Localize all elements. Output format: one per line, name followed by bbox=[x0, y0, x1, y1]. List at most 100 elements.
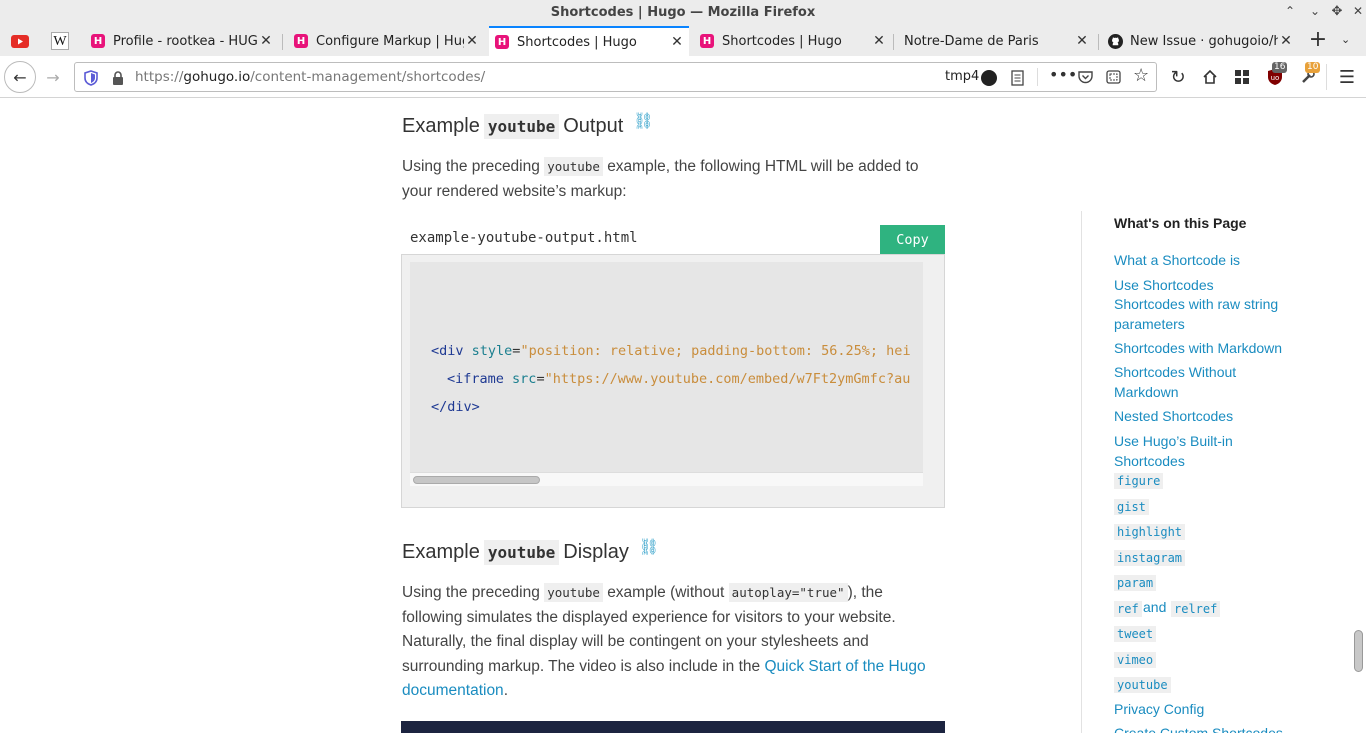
tab-label: Configure Markup | Hug bbox=[316, 33, 464, 49]
new-tab-button[interactable]: + bbox=[1306, 29, 1330, 53]
url-domain: gohugo.io bbox=[183, 69, 251, 85]
tab-shortcodes-active[interactable]: H Shortcodes | Hugo ✕ bbox=[489, 26, 689, 56]
heading-text: Example bbox=[402, 115, 480, 137]
pinned-tab-wikipedia[interactable]: W bbox=[49, 31, 71, 51]
toc-code-item[interactable]: param bbox=[1114, 575, 1157, 591]
toc-code-item[interactable]: highlight bbox=[1114, 524, 1186, 540]
section-heading-output: Example youtube Output ⛓ bbox=[402, 111, 654, 139]
window-titlebar: Shortcodes | Hugo — Mozilla Firefox ⌃ ⌄ … bbox=[0, 0, 1366, 26]
screenshot-icon[interactable] bbox=[1106, 70, 1121, 84]
code-tag: <div bbox=[431, 343, 464, 359]
bookmark-star-icon[interactable]: ☆ bbox=[1133, 65, 1149, 86]
reader-view-icon[interactable] bbox=[1011, 70, 1024, 86]
heading-text: Output bbox=[563, 115, 624, 137]
tab-profile-rootkea[interactable]: H Profile - rootkea - HUGO ✕ bbox=[85, 26, 278, 56]
tab-new-issue[interactable]: New Issue · gohugoio/hu ✕ bbox=[1102, 26, 1298, 56]
grid-icon bbox=[1235, 70, 1249, 84]
toc-item[interactable]: Shortcodes with raw string parameters bbox=[1114, 295, 1304, 334]
code-content[interactable]: <div style = "position: relative; padding-… bbox=[410, 262, 923, 472]
toc-item[interactable]: Shortcodes Without Markdown bbox=[1114, 363, 1304, 402]
lock-icon[interactable] bbox=[112, 71, 124, 85]
home-button[interactable] bbox=[1197, 64, 1223, 90]
window-up-icon[interactable]: ⌃ bbox=[1283, 4, 1297, 18]
para-text: Using the preceding bbox=[402, 158, 540, 175]
toc-item[interactable]: What a Shortcode is bbox=[1114, 251, 1304, 271]
tab-notre-dame[interactable]: Notre-Dame de Paris ✕ bbox=[898, 26, 1094, 56]
github-icon bbox=[1108, 33, 1123, 49]
tab-separator bbox=[282, 34, 283, 50]
toolbar-separator bbox=[1326, 64, 1327, 90]
tab-label: Profile - rootkea - HUGO bbox=[113, 33, 258, 49]
forward-button[interactable]: → bbox=[40, 64, 66, 90]
toc-item[interactable]: Use Shortcodes bbox=[1114, 276, 1304, 296]
close-tab-icon[interactable]: ✕ bbox=[669, 34, 685, 50]
maximize-icon[interactable]: ✥ bbox=[1330, 4, 1344, 19]
close-tab-icon[interactable]: ✕ bbox=[1074, 33, 1090, 49]
toc-title: What's on this Page bbox=[1114, 215, 1247, 231]
anchor-link-icon[interactable]: ⛓ bbox=[633, 111, 653, 131]
toc-code-item[interactable]: instagram bbox=[1114, 550, 1186, 566]
extensions-button[interactable] bbox=[1229, 64, 1255, 90]
toc-item[interactable]: Use Hugo’s Built-in Shortcodes bbox=[1114, 432, 1304, 471]
toc-code-item[interactable]: relref bbox=[1171, 601, 1221, 617]
toc-code-item[interactable]: youtube bbox=[1114, 677, 1171, 693]
output-description: Using the preceding youtube example, the… bbox=[402, 155, 947, 204]
url-text[interactable]: https://gohugo.io/content-management/sho… bbox=[135, 69, 485, 85]
toc-code-item[interactable]: ref bbox=[1114, 601, 1142, 617]
home-icon bbox=[1203, 69, 1217, 84]
anchor-link-icon[interactable]: ⛓ bbox=[639, 537, 659, 557]
minimize-icon[interactable]: ⌄ bbox=[1308, 4, 1322, 18]
reload-icon: ↻ bbox=[1170, 66, 1186, 88]
container-label: tmp4 bbox=[945, 69, 980, 84]
code-horizontal-scrollbar[interactable] bbox=[410, 472, 923, 486]
video-embed[interactable] bbox=[401, 721, 945, 733]
tab-list-icon[interactable]: ⌄ bbox=[1341, 33, 1350, 46]
reload-button[interactable]: ↻ bbox=[1165, 64, 1191, 90]
toc-item[interactable]: Nested Shortcodes bbox=[1114, 407, 1304, 427]
wikipedia-icon: W bbox=[51, 32, 69, 50]
menu-button[interactable]: ☰ bbox=[1334, 64, 1360, 90]
toc-code-item[interactable]: tweet bbox=[1114, 626, 1157, 642]
tab-configure-markup[interactable]: H Configure Markup | Hug ✕ bbox=[288, 26, 484, 56]
url-bar[interactable]: https://gohugo.io/content-management/sho… bbox=[74, 62, 1157, 92]
heading-code: youtube bbox=[483, 540, 560, 565]
toc-item[interactable]: Create Custom Shortcodes bbox=[1114, 724, 1304, 733]
close-tab-icon[interactable]: ✕ bbox=[1278, 33, 1294, 49]
toc-item[interactable]: Privacy Config bbox=[1114, 700, 1304, 720]
pocket-icon[interactable] bbox=[1078, 70, 1093, 84]
display-description: Using the preceding youtube example (wit… bbox=[402, 581, 947, 704]
copy-button[interactable]: Copy bbox=[880, 225, 945, 254]
forward-arrow-icon: → bbox=[46, 67, 60, 87]
heading-code: youtube bbox=[483, 114, 560, 139]
toc-code-item[interactable]: gist bbox=[1114, 499, 1149, 515]
tab-label: New Issue · gohugoio/hu bbox=[1130, 33, 1278, 49]
hugo-icon: H bbox=[91, 34, 105, 48]
tracking-shield-icon[interactable] bbox=[84, 70, 98, 86]
toc-item[interactable]: Shortcodes with Markdown bbox=[1114, 339, 1304, 359]
scrollbar-thumb[interactable] bbox=[1354, 630, 1363, 672]
toc-code-item[interactable]: vimeo bbox=[1114, 652, 1157, 668]
para-text: example (without bbox=[607, 584, 725, 601]
tab-strip: W H Profile - rootkea - HUGO ✕ H Configu… bbox=[0, 26, 1366, 56]
section-heading-display: Example youtube Display ⛓ bbox=[402, 537, 659, 565]
code-line: </div> bbox=[431, 399, 480, 415]
back-button[interactable]: ← bbox=[4, 61, 36, 93]
close-tab-icon[interactable]: ✕ bbox=[258, 33, 274, 49]
code-eq: = bbox=[536, 371, 545, 387]
toc-code-item[interactable]: figure bbox=[1114, 473, 1164, 489]
youtube-icon bbox=[11, 34, 29, 48]
back-arrow-icon: ← bbox=[13, 67, 27, 87]
close-tab-icon[interactable]: ✕ bbox=[464, 33, 480, 49]
code-filename: example-youtube-output.html bbox=[410, 230, 638, 246]
page-actions-icon[interactable]: ••• bbox=[1049, 65, 1077, 84]
close-window-icon[interactable]: ✕ bbox=[1351, 4, 1365, 18]
hamburger-menu-icon: ☰ bbox=[1338, 66, 1356, 88]
close-tab-icon[interactable]: ✕ bbox=[871, 33, 887, 49]
ublock-count-badge: 16 bbox=[1272, 62, 1288, 73]
para-text: . bbox=[503, 682, 508, 699]
page-vertical-scrollbar[interactable] bbox=[1352, 99, 1366, 733]
pinned-tab-youtube[interactable] bbox=[9, 31, 31, 51]
tab-shortcodes[interactable]: H Shortcodes | Hugo ✕ bbox=[694, 26, 891, 56]
scrollbar-thumb[interactable] bbox=[413, 476, 540, 484]
code-string: "position: relative; padding-bottom: 56.… bbox=[520, 343, 911, 359]
